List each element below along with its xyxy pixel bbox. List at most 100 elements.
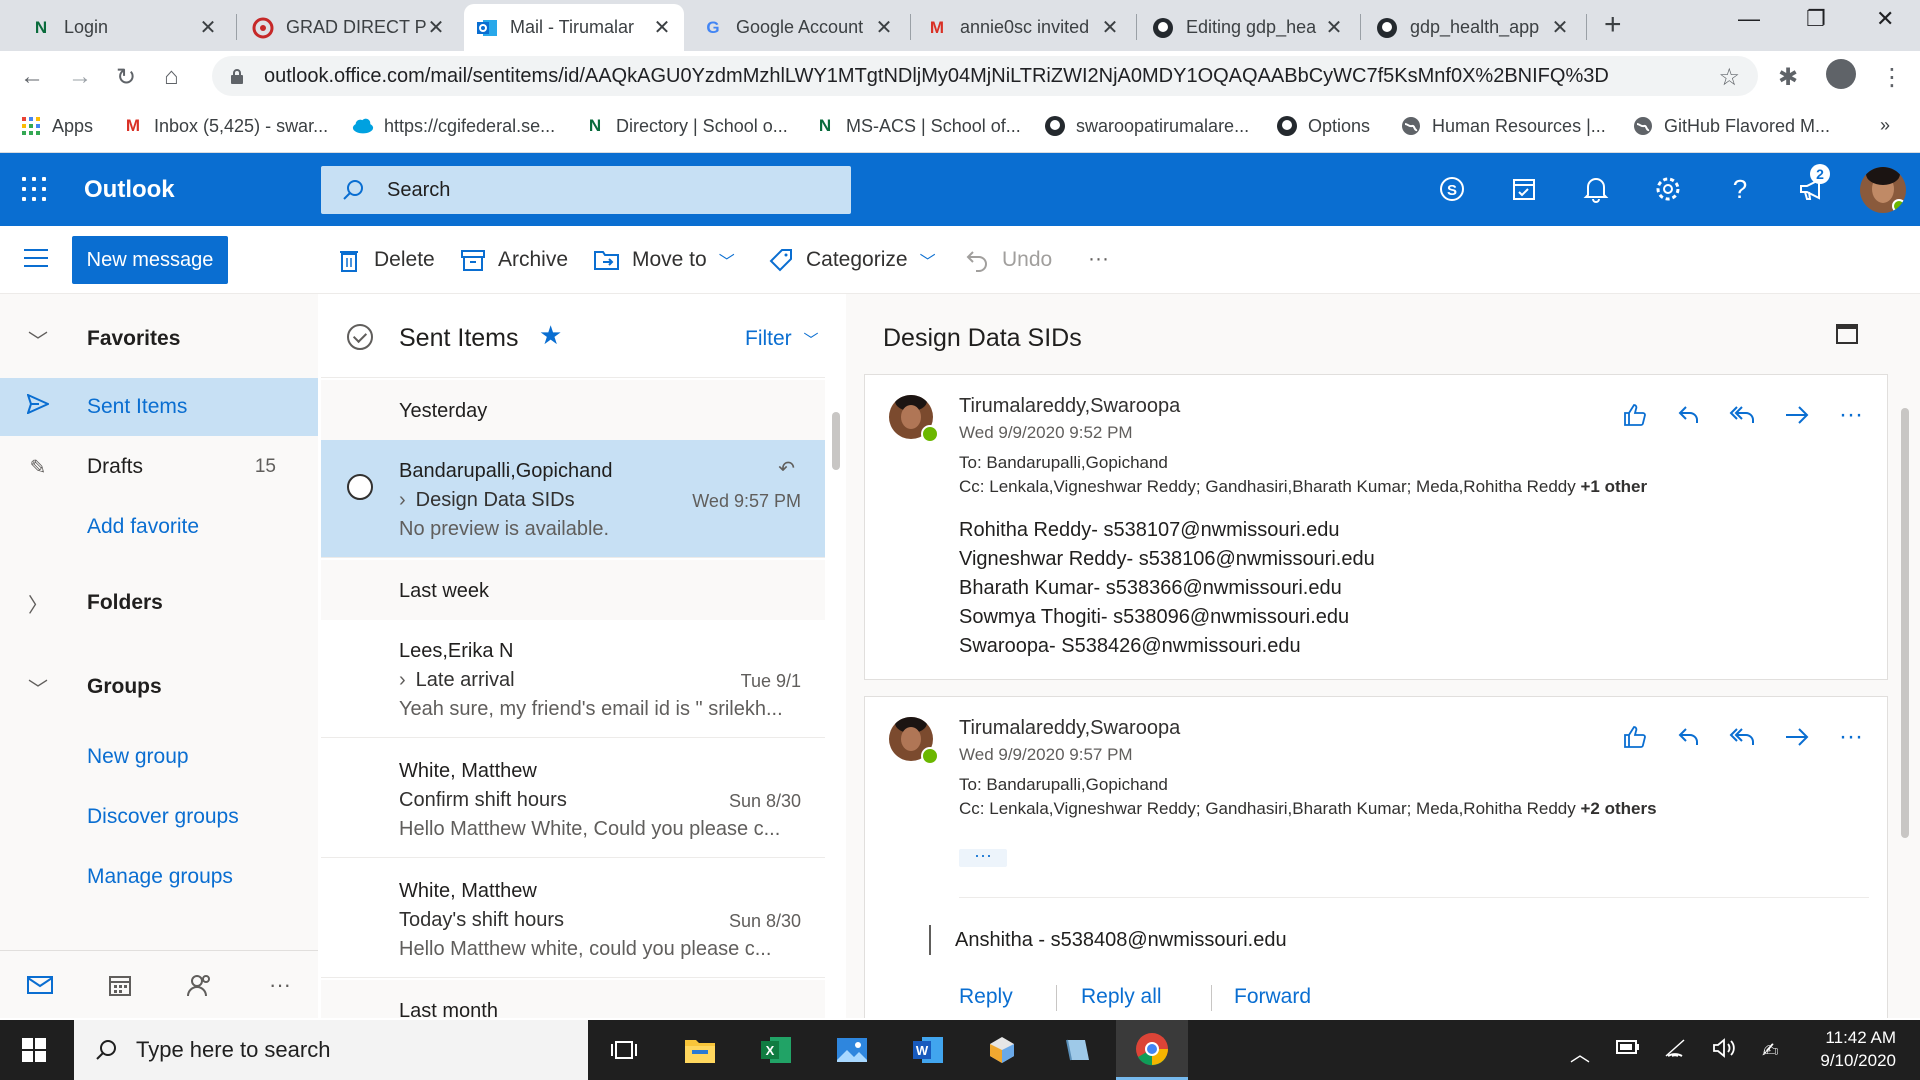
- url-text[interactable]: outlook.office.com/mail/sentitems/id/AAQ…: [264, 65, 1704, 88]
- bell-icon[interactable]: [1580, 173, 1612, 205]
- message-select-radio[interactable]: [347, 474, 373, 500]
- bookmark-item[interactable]: M Inbox (5,425) - swar...: [122, 115, 328, 137]
- message-list-scrollbar[interactable]: [832, 412, 840, 470]
- recipient[interactable]: Bandarupalli,Gopichand: [986, 453, 1167, 472]
- browser-tab[interactable]: N Login ✕: [18, 4, 230, 51]
- message-item[interactable]: White, Matthew Today's shift hours Sun 8…: [321, 860, 825, 978]
- taskbar-search[interactable]: Type here to search: [74, 1020, 588, 1080]
- task-view-icon[interactable]: [604, 1030, 644, 1070]
- more-actions-icon[interactable]: ···: [1835, 721, 1867, 753]
- reading-pane-scrollbar[interactable]: [1901, 408, 1909, 838]
- chevron-right-icon[interactable]: ›: [399, 669, 406, 691]
- notebook-app-icon[interactable]: [1058, 1030, 1098, 1070]
- chevron-right-icon[interactable]: ›: [399, 489, 406, 511]
- new-message-button[interactable]: New message: [72, 236, 228, 284]
- favorite-star-icon[interactable]: ★: [539, 320, 562, 351]
- browser-tab[interactable]: GRAD DIRECT P ✕: [240, 4, 458, 51]
- window-close-icon[interactable]: ✕: [1876, 6, 1894, 32]
- discover-groups-link[interactable]: Discover groups: [0, 788, 318, 846]
- bookmark-item[interactable]: N MS-ACS | School of...: [814, 115, 1021, 137]
- battery-icon[interactable]: [1616, 1038, 1640, 1061]
- bookmark-item[interactable]: swaroopatirumalare...: [1044, 115, 1249, 137]
- manage-groups-link[interactable]: Manage groups: [0, 848, 318, 906]
- restore-icon[interactable]: ❐: [1806, 6, 1826, 32]
- people-icon[interactable]: [186, 971, 214, 999]
- forward-link[interactable]: Forward: [1234, 985, 1311, 1009]
- move-to-button[interactable]: Move to ﹀: [594, 247, 735, 273]
- address-bar[interactable]: outlook.office.com/mail/sentitems/id/AAQ…: [212, 56, 1758, 96]
- archive-button[interactable]: Archive: [460, 247, 568, 273]
- browser-tab[interactable]: G Google Account ✕: [690, 4, 906, 51]
- bookmarks-overflow[interactable]: »: [1880, 115, 1890, 136]
- skype-icon[interactable]: S: [1436, 173, 1468, 205]
- photos-icon[interactable]: [832, 1030, 872, 1070]
- help-icon[interactable]: ?: [1724, 173, 1756, 205]
- groups-header[interactable]: ﹀ Groups: [0, 658, 318, 716]
- minimize-icon[interactable]: —: [1738, 6, 1760, 32]
- sidebar-item-drafts[interactable]: ✎ Drafts 15: [0, 438, 318, 496]
- close-icon[interactable]: ✕: [1324, 15, 1344, 40]
- browser-tab[interactable]: M annie0sc invited ✕: [914, 4, 1132, 51]
- reload-icon[interactable]: ↻: [116, 63, 136, 92]
- show-trimmed-content-button[interactable]: ···: [959, 846, 1007, 867]
- popout-icon[interactable]: [1836, 324, 1858, 344]
- delete-button[interactable]: Delete: [336, 247, 435, 273]
- more-apps-icon[interactable]: ···: [266, 971, 294, 999]
- reply-icon[interactable]: [1673, 399, 1705, 431]
- filter-button[interactable]: Filter ﹀: [745, 327, 819, 351]
- bookmark-item[interactable]: Human Resources |...: [1400, 115, 1606, 137]
- chrome-taskbar-button[interactable]: [1116, 1020, 1188, 1080]
- outlook-brand[interactable]: Outlook: [84, 176, 175, 204]
- new-tab-icon[interactable]: +: [1604, 8, 1622, 42]
- search-input[interactable]: [387, 178, 787, 202]
- gear-icon[interactable]: [1652, 173, 1684, 205]
- like-icon[interactable]: [1619, 399, 1651, 431]
- system-clock[interactable]: 11:42 AM 9/10/2020: [1810, 1026, 1896, 1072]
- close-icon[interactable]: ✕: [874, 15, 894, 40]
- bookmark-item[interactable]: N Directory | School o...: [584, 115, 788, 137]
- profile-avatar[interactable]: [1826, 59, 1856, 89]
- kebab-menu-icon[interactable]: ⋮: [1880, 63, 1904, 92]
- bookmark-star-icon[interactable]: ☆: [1718, 63, 1740, 92]
- undo-button[interactable]: Undo: [964, 247, 1052, 273]
- message-item[interactable]: Lees,Erika N › Late arrival Tue 9/1 Yeah …: [321, 620, 825, 738]
- file-explorer-icon[interactable]: [680, 1030, 720, 1070]
- close-icon[interactable]: ✕: [198, 15, 218, 40]
- pen-icon[interactable]: ✍: [1762, 1038, 1779, 1063]
- browser-tab[interactable]: Editing gdp_hea ✕: [1140, 4, 1356, 51]
- browser-tab-active[interactable]: Mail - Tirumalar ✕: [464, 4, 684, 51]
- bookmark-item[interactable]: https://cgifederal.se...: [352, 115, 555, 137]
- categorize-button[interactable]: Categorize ﹀: [768, 247, 936, 273]
- reply-link[interactable]: Reply: [959, 985, 1013, 1009]
- wifi-icon[interactable]: [1664, 1038, 1686, 1064]
- forward-icon[interactable]: →: [68, 63, 92, 91]
- reply-icon[interactable]: [1673, 721, 1705, 753]
- favorites-header[interactable]: ﹀ Favorites: [0, 310, 318, 368]
- extensions-icon[interactable]: ✱: [1778, 63, 1798, 92]
- close-icon[interactable]: ✕: [426, 15, 446, 40]
- more-recipients[interactable]: +2 others: [1581, 799, 1657, 818]
- select-all-checkbox[interactable]: [347, 324, 373, 350]
- close-icon[interactable]: ✕: [1550, 15, 1570, 40]
- windows-start-icon[interactable]: [22, 1038, 46, 1062]
- sidebar-item-sent-items[interactable]: Sent Items: [0, 378, 318, 436]
- mail-icon[interactable]: [26, 971, 54, 999]
- reply-all-link[interactable]: Reply all: [1081, 985, 1162, 1009]
- reply-all-icon[interactable]: [1727, 721, 1759, 753]
- 3d-viewer-icon[interactable]: [982, 1030, 1022, 1070]
- more-actions-icon[interactable]: ···: [1835, 399, 1867, 431]
- hamburger-menu-icon[interactable]: [24, 249, 48, 267]
- forward-icon[interactable]: [1781, 399, 1813, 431]
- add-favorite-link[interactable]: Add favorite: [0, 498, 318, 556]
- message-item[interactable]: White, Matthew Confirm shift hours Sun 8…: [321, 740, 825, 858]
- new-group-link[interactable]: New group: [0, 728, 318, 786]
- app-launcher-icon[interactable]: [22, 177, 46, 201]
- close-icon[interactable]: ✕: [1100, 15, 1120, 40]
- search-box[interactable]: [321, 166, 851, 214]
- cc-recipients[interactable]: Lenkala,Vigneshwar Reddy; Gandhasiri,Bha…: [989, 799, 1576, 818]
- cc-recipients[interactable]: Lenkala,Vigneshwar Reddy; Gandhasiri,Bha…: [989, 477, 1576, 496]
- reply-all-icon[interactable]: [1727, 399, 1759, 431]
- volume-icon[interactable]: [1712, 1038, 1736, 1064]
- more-commands-icon[interactable]: ···: [1088, 247, 1109, 271]
- bookmark-item[interactable]: Options: [1276, 115, 1370, 137]
